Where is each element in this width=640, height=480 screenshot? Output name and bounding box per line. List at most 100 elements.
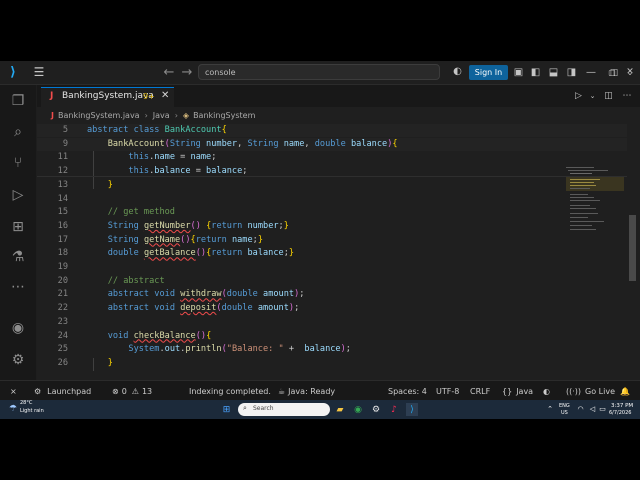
line-number: 24 — [57, 330, 68, 341]
start-windows-icon[interactable]: ⊞ — [220, 403, 233, 416]
forward-arrow-icon[interactable]: → — [181, 65, 193, 80]
code-line[interactable]: 21 abstract void withdraw(double amount)… — [37, 288, 627, 301]
notifications-bell-icon[interactable]: 🔔 — [620, 384, 630, 398]
status-message: Indexing completed. — [189, 386, 271, 396]
error-count: 0 — [121, 386, 127, 396]
sign-in-button[interactable]: Sign In — [469, 65, 508, 80]
chrome-icon[interactable]: ◉ — [352, 403, 364, 416]
broadcast-icon: ((·)) — [566, 386, 582, 396]
more-actions-icon[interactable]: ⋯ — [621, 90, 633, 102]
copilot-icon[interactable]: ◐ — [452, 66, 463, 77]
encoding-item[interactable]: UTF-8 — [436, 384, 459, 398]
command-center[interactable]: ◫ ⌄ — [198, 64, 633, 80]
line-number: 23 — [57, 316, 68, 327]
vscode-taskbar-icon[interactable]: ⟩ — [406, 403, 418, 416]
language-mode-item[interactable]: {} Java — [502, 384, 533, 398]
tab-bankingsystem-java[interactable]: J BankingSystem.java 9+ ✕ — [41, 87, 174, 107]
java-file-icon: J — [50, 91, 54, 101]
sticky-scroll-line[interactable]: 9 BankAccount(String number, String name… — [37, 137, 627, 151]
breadcrumb-class[interactable]: BankingSystem — [193, 111, 255, 120]
close-tab-icon[interactable]: ✕ — [161, 90, 169, 101]
indentation-item[interactable]: Spaces: 4 — [388, 384, 427, 398]
code-line[interactable]: 26 } — [37, 357, 627, 370]
file-explorer-icon[interactable]: ▰ — [334, 403, 346, 416]
manage-gear-icon[interactable]: ⚙ — [9, 351, 27, 369]
split-editor-icon[interactable]: ◫ — [603, 90, 614, 102]
back-arrow-icon[interactable]: ← — [163, 65, 175, 80]
toggle-secondary-sidebar-icon[interactable]: ◨ — [566, 66, 577, 78]
code-line[interactable]: 13 } — [37, 179, 627, 192]
weather-condition[interactable]: Light rain — [20, 408, 44, 414]
breadcrumb-language[interactable]: Java — [153, 111, 170, 120]
code-line[interactable]: 18 double getBalance(){return balance;} — [37, 247, 627, 260]
activity-bar: ❐ ⌕ ⑂ ▷ ⊞ ⚗ ⋯ ◉ ⚙ — [0, 85, 36, 380]
explorer-icon[interactable]: ❐ — [9, 92, 27, 110]
close-window-icon[interactable]: ✕ — [624, 65, 636, 79]
more-views-icon[interactable]: ⋯ — [9, 278, 27, 296]
problems-item[interactable]: ⊗ 0 ⚠ 13 — [112, 384, 152, 398]
line-content: BankAccount(String number, String name, … — [107, 138, 398, 149]
weather-icon[interactable]: ☂ — [7, 403, 19, 415]
tray-chevron-icon[interactable]: ⌃ — [545, 404, 555, 414]
java-status-item[interactable]: ☕ Java: Ready — [278, 384, 335, 398]
launchpad-item[interactable]: ⚙ Launchpad — [34, 384, 91, 398]
tiktok-app-icon[interactable]: ♪ — [388, 403, 400, 416]
layout-editor-icon[interactable]: ▣ — [513, 66, 524, 78]
remote-icon[interactable]: ⨯ — [10, 384, 17, 398]
code-line[interactable]: 12 this.balance = balance; — [37, 165, 627, 178]
line-number: 26 — [57, 357, 68, 368]
code-line[interactable]: 16 String getNumber() {return number;} — [37, 220, 627, 233]
code-editor[interactable]: 5 abstract class BankAccount{9 BankAccoun… — [37, 124, 636, 380]
minimap[interactable] — [564, 163, 624, 243]
vscode-window: ⟩ ☰ ← → ◫ ⌄ ◐ Sign In ▣ ◧ ⬓ ◨ — ▢ ✕ ❐ ⌕ … — [0, 61, 640, 419]
code-line[interactable]: 14 — [37, 193, 627, 206]
code-line[interactable]: 23 — [37, 316, 627, 329]
run-icon[interactable]: ▷ — [573, 90, 584, 102]
extensions-icon[interactable]: ⊞ — [9, 218, 27, 236]
input-region[interactable]: US — [561, 410, 568, 416]
run-options-chevron-icon[interactable]: ⌄ — [588, 90, 597, 102]
code-line[interactable]: 20 // abstract — [37, 275, 627, 288]
code-line[interactable]: 24 void checkBalance(){ — [37, 330, 627, 343]
code-line[interactable]: 11 this.name = name; — [37, 151, 627, 164]
toggle-sidebar-icon[interactable]: ◧ — [530, 66, 541, 78]
copilot-status-icon[interactable]: ◐ — [543, 384, 550, 398]
volume-icon[interactable]: ◁ — [588, 404, 597, 414]
wifi-icon[interactable]: ◠ — [576, 404, 585, 414]
toggle-panel-icon[interactable]: ⬓ — [548, 66, 559, 78]
line-number: 25 — [57, 344, 68, 355]
sticky-scroll-line[interactable]: 5 abstract class BankAccount{ — [37, 124, 627, 137]
taskbar-search-box[interactable]: ⌕ Search — [238, 403, 330, 416]
clock-date[interactable]: 6/7/2026 — [609, 410, 631, 416]
settings-app-icon[interactable]: ⚙ — [370, 403, 382, 416]
run-debug-icon[interactable]: ▷ — [9, 186, 27, 204]
weather-temperature[interactable]: 28°C — [20, 400, 32, 406]
code-line[interactable]: 19 — [37, 261, 627, 274]
account-icon[interactable]: ◉ — [9, 319, 27, 337]
code-line[interactable]: 22 abstract void deposit(double amount); — [37, 302, 627, 315]
eol-item[interactable]: CRLF — [470, 384, 490, 398]
class-symbol-icon: ◈ — [182, 111, 190, 120]
go-live-item[interactable]: ((·)) Go Live — [566, 384, 615, 398]
maximize-icon[interactable]: ▢ — [606, 65, 618, 79]
line-number: 19 — [57, 262, 68, 272]
line-content: } — [107, 179, 113, 190]
line-content: abstract void withdraw(double amount); — [107, 289, 305, 300]
menu-icon[interactable]: ☰ — [33, 65, 45, 79]
code-line[interactable]: 15 // get method — [37, 206, 627, 219]
source-control-icon[interactable]: ⑂ — [9, 154, 27, 172]
vscode-logo-icon: ⟩ — [10, 65, 16, 80]
search-icon[interactable]: ⌕ — [9, 123, 27, 141]
code-line[interactable]: 25 System.out.println("Balance: " + bala… — [37, 343, 627, 356]
minimize-icon[interactable]: — — [585, 65, 597, 79]
command-search-input[interactable] — [205, 66, 395, 79]
clock-time[interactable]: 3:37 PM — [611, 403, 633, 409]
code-line[interactable]: 17 String getName(){return name;} — [37, 234, 627, 247]
testing-icon[interactable]: ⚗ — [9, 248, 27, 266]
input-language[interactable]: ENG — [559, 403, 570, 409]
battery-icon[interactable]: ▭ — [598, 404, 607, 414]
title-bar: ⟩ ☰ ← → ◫ ⌄ ◐ Sign In ▣ ◧ ⬓ ◨ — ▢ ✕ — [0, 61, 640, 85]
scrollbar-thumb[interactable] — [629, 215, 636, 281]
breadcrumb-file[interactable]: BankingSystem.java — [58, 111, 140, 120]
language-label: Java — [516, 386, 534, 396]
